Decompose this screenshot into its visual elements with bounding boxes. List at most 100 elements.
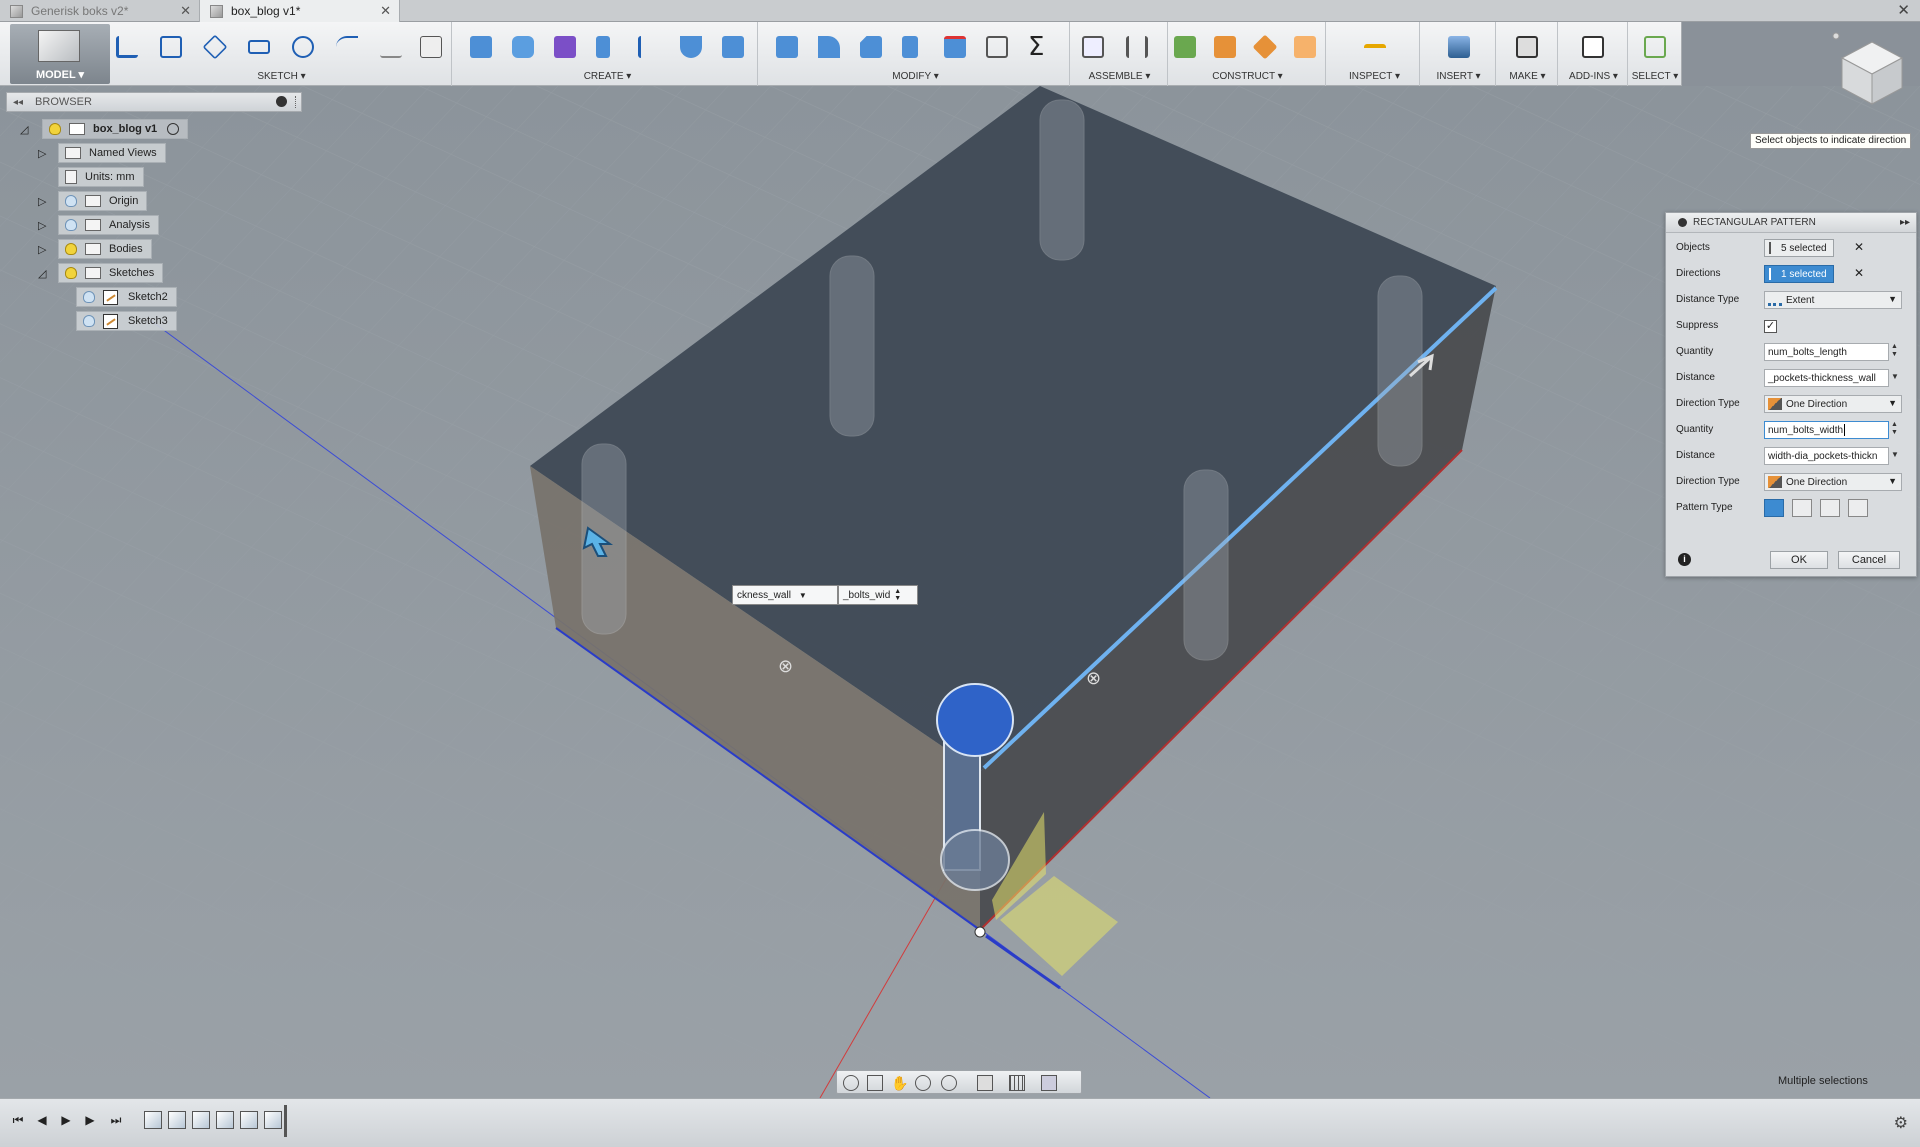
collapse-triangle-icon[interactable]: ◿ — [20, 123, 30, 136]
project-tool-icon[interactable] — [416, 32, 446, 62]
direction-type-1-select[interactable]: One Direction ▼ — [1764, 395, 1902, 413]
group-label[interactable]: INSPECT ▾ — [1330, 71, 1419, 82]
tree-item-analysis[interactable]: ▷ Analysis — [38, 215, 159, 235]
timeline-feature-sketch-icon[interactable] — [192, 1111, 210, 1129]
cancel-button[interactable]: Cancel — [1838, 551, 1900, 569]
distance-2-input[interactable]: width-dia_pockets-thickn — [1764, 447, 1889, 465]
distance-1-input[interactable]: _pockets-thickness_wall — [1764, 369, 1889, 387]
close-icon[interactable]: ✕ — [380, 3, 391, 19]
quantity-2-spinner[interactable]: ▲ ▼ — [1891, 421, 1901, 437]
tab-box-blog[interactable]: box_blog v1* ✕ — [200, 0, 400, 22]
expand-triangle-icon[interactable]: ▷ — [38, 147, 48, 160]
combine-icon[interactable] — [898, 32, 928, 62]
tree-node[interactable]: Origin — [58, 191, 148, 211]
offset-tool-icon[interactable] — [376, 32, 406, 62]
tree-node[interactable]: Named Views — [58, 143, 166, 163]
plane-at-angle-icon[interactable] — [1210, 32, 1240, 62]
collapse-icon[interactable] — [1678, 218, 1687, 227]
workspace-switcher-button[interactable]: MODEL ▾ — [10, 24, 110, 84]
collapse-triangle-icon[interactable]: ◿ — [38, 267, 48, 280]
shell-icon[interactable] — [718, 32, 748, 62]
form-icon[interactable] — [550, 32, 580, 62]
timeline-feature-pattern-icon[interactable] — [264, 1111, 282, 1129]
viewports-icon[interactable] — [1041, 1075, 1057, 1091]
tree-node[interactable]: Sketches — [58, 263, 164, 283]
3d-print-icon[interactable] — [1512, 32, 1542, 62]
info-icon[interactable]: i — [1678, 553, 1691, 566]
tree-item-named-views[interactable]: ▷ Named Views — [38, 143, 166, 163]
tree-item-sketch2[interactable]: Sketch2 — [76, 287, 177, 307]
rectangle-tool-icon[interactable] — [156, 32, 186, 62]
tree-item-units[interactable]: Units: mm — [58, 167, 144, 187]
press-pull-icon[interactable] — [772, 32, 802, 62]
scripts-icon[interactable] — [1578, 32, 1608, 62]
close-icon[interactable]: ✕ — [180, 3, 191, 19]
chain-icon-right[interactable]: ⊗ — [1086, 668, 1101, 689]
new-component-icon[interactable] — [1078, 32, 1108, 62]
axis-icon[interactable] — [1250, 32, 1280, 62]
orbit-icon[interactable] — [843, 1075, 859, 1091]
tree-item-bodies[interactable]: ▷ Bodies — [38, 239, 152, 259]
clear-objects-icon[interactable]: ✕ — [1854, 240, 1864, 254]
group-label[interactable]: SELECT ▾ — [1628, 71, 1682, 82]
timeline-feature-sketch-icon[interactable] — [144, 1111, 162, 1129]
tab-generisk-boks[interactable]: Generisk boks v2* ✕ — [0, 0, 200, 22]
collapse-icon[interactable]: ◂◂ — [13, 97, 23, 108]
play-icon[interactable]: ▶ — [58, 1113, 74, 1129]
origin-point[interactable] — [974, 926, 986, 938]
line-tool-icon[interactable] — [112, 32, 142, 62]
group-label[interactable]: ADD-INS ▾ — [1560, 71, 1627, 82]
group-label[interactable]: ASSEMBLE ▾ — [1072, 71, 1167, 82]
hole-icon[interactable] — [676, 32, 706, 62]
3d-viewport[interactable]: ⊗ ⊗ — [0, 86, 1920, 1099]
pattern-type-symmetric-icon[interactable] — [1792, 499, 1812, 517]
look-at-icon[interactable] — [867, 1075, 883, 1091]
visibility-bulb-icon[interactable] — [65, 195, 77, 207]
circle-tool-icon[interactable] — [288, 32, 318, 62]
tree-item-sketches[interactable]: ◿ Sketches — [38, 263, 164, 283]
display-settings-icon[interactable] — [977, 1075, 993, 1091]
joint-icon[interactable] — [1122, 32, 1152, 62]
go-to-start-icon[interactable]: ⏮ — [10, 1113, 26, 1129]
point-icon[interactable] — [1290, 32, 1320, 62]
browser-panel-header[interactable]: ◂◂ BROWSER — [6, 92, 302, 112]
group-label[interactable]: INSERT ▾ — [1422, 71, 1495, 82]
expand-triangle-icon[interactable]: ▷ — [38, 219, 48, 232]
visibility-bulb-icon[interactable] — [65, 267, 77, 279]
select-icon[interactable] — [1640, 32, 1670, 62]
step-forward-icon[interactable]: ▶ — [82, 1113, 98, 1129]
quantity-2-input[interactable]: num_bolts_width — [1764, 421, 1889, 439]
offset-plane-icon[interactable] — [1170, 32, 1200, 62]
tree-root-node[interactable]: box_blog v1 — [42, 119, 189, 139]
tree-item-sketch3[interactable]: Sketch3 — [76, 311, 177, 331]
split-body-icon[interactable] — [940, 32, 970, 62]
group-label[interactable]: CONSTRUCT ▾ — [1170, 71, 1325, 82]
viewport-canvas[interactable]: ⊗ ⊗ — [0, 86, 1920, 1099]
distance-2-dropdown-icon[interactable]: ▼ — [1891, 451, 1901, 459]
distance-1-dropdown-icon[interactable]: ▼ — [1891, 373, 1901, 381]
timeline-marker[interactable] — [284, 1105, 287, 1137]
group-label[interactable]: CREATE ▾ — [458, 71, 757, 82]
spinner-icon[interactable]: ▲ ▼ — [894, 588, 901, 602]
tree-item-origin[interactable]: ▷ Origin — [38, 191, 148, 211]
scale-icon[interactable] — [982, 32, 1012, 62]
spline-tool-icon[interactable] — [332, 32, 362, 62]
timeline-feature-extrude-icon[interactable] — [168, 1111, 186, 1129]
extrude-icon[interactable] — [466, 32, 496, 62]
distance-type-select[interactable]: Extent ▼ — [1764, 291, 1902, 309]
quantity-1-input[interactable]: num_bolts_length — [1764, 343, 1889, 361]
direction-type-2-select[interactable]: One Direction ▼ — [1764, 473, 1902, 491]
group-label[interactable]: SKETCH ▾ — [112, 71, 451, 82]
chain-icon-left[interactable]: ⊗ — [778, 656, 793, 677]
expand-icon[interactable]: ▸▸ — [1900, 217, 1910, 228]
tree-node[interactable]: Sketch3 — [76, 311, 177, 331]
suppress-checkbox[interactable]: ✓ — [1764, 319, 1777, 333]
tree-node[interactable]: Bodies — [58, 239, 152, 259]
expand-triangle-icon[interactable]: ▷ — [38, 243, 48, 256]
activate-radio-icon[interactable] — [167, 123, 180, 135]
timeline-feature-extrude-icon[interactable] — [216, 1111, 234, 1129]
ok-button[interactable]: OK — [1770, 551, 1828, 569]
fillet-icon[interactable] — [814, 32, 844, 62]
clear-directions-icon[interactable]: ✕ — [1854, 266, 1864, 280]
mirror-icon[interactable] — [634, 32, 664, 62]
